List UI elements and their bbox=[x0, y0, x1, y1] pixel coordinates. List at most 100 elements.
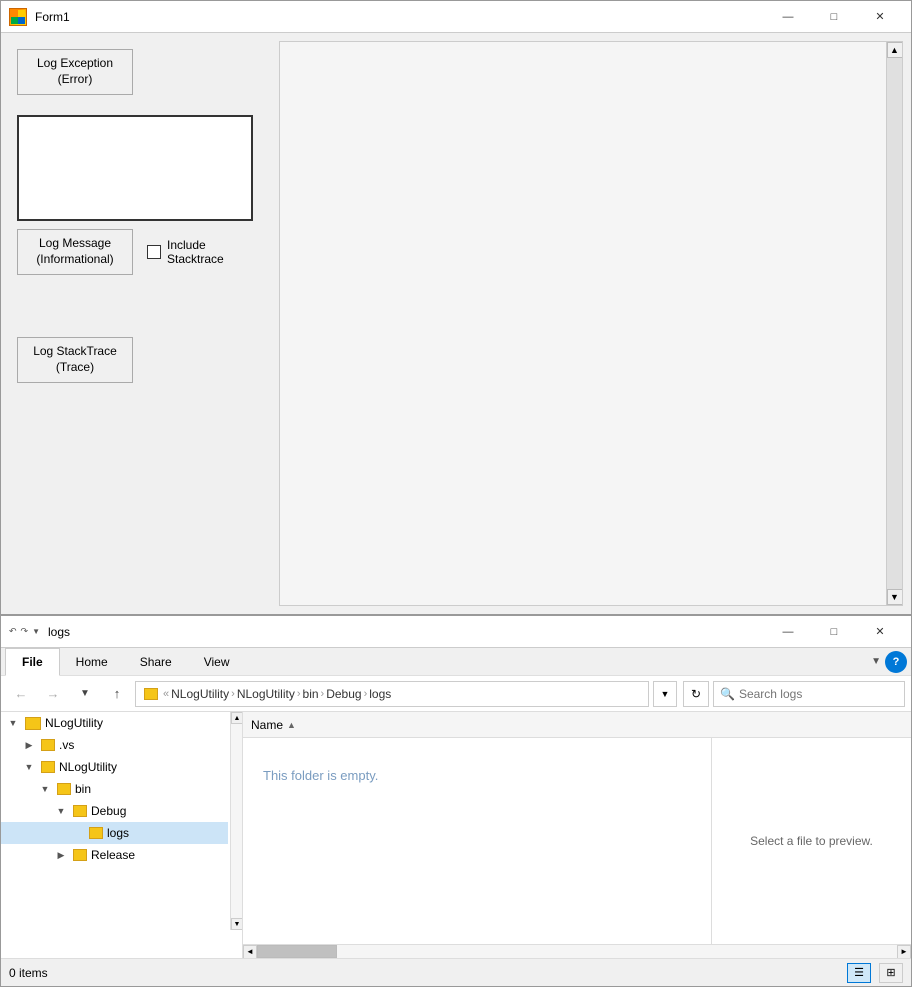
folder-icon-debug bbox=[73, 805, 87, 817]
search-icon: 🔍 bbox=[720, 687, 735, 701]
ribbon-tabs: File Home Share View ▼ ? bbox=[1, 648, 911, 676]
form1-titlebar: Form1 — □ ✕ bbox=[1, 1, 911, 33]
folder-icon-bin bbox=[57, 783, 71, 795]
label-vs: .vs bbox=[59, 738, 74, 752]
redo-icon[interactable]: ↷ bbox=[21, 626, 29, 637]
forward-button[interactable]: → bbox=[39, 680, 67, 708]
path-dropdown-button[interactable]: ▼ bbox=[653, 681, 677, 707]
sidebar-scroll-down[interactable]: ▼ bbox=[231, 918, 243, 930]
form1-left-panel: Log Exception (Error) Log Message (Infor… bbox=[1, 33, 271, 614]
back-button[interactable]: ← bbox=[7, 680, 35, 708]
details-view-button[interactable]: ☰ bbox=[847, 963, 871, 983]
tab-home[interactable]: Home bbox=[60, 648, 124, 676]
form1-title: Form1 bbox=[35, 10, 765, 24]
explorer-titlebar: ↶ ↷ ▼ logs — □ ✕ bbox=[1, 616, 911, 648]
column-header: Name ▲ bbox=[243, 712, 911, 738]
search-input[interactable] bbox=[739, 687, 898, 701]
address-path[interactable]: « NLogUtility › NLogUtility › bin › Debu… bbox=[135, 681, 649, 707]
explorer-sidebar: ▼ NLogUtility ▶ .vs ▼ NLogUtility bbox=[1, 712, 243, 958]
form1-right-panel: ▲ ▼ bbox=[271, 33, 911, 614]
tree-item-nlogutility-root[interactable]: ▼ NLogUtility bbox=[1, 712, 228, 734]
sidebar-scroll-up[interactable]: ▲ bbox=[231, 712, 243, 724]
message-textarea[interactable] bbox=[17, 115, 253, 221]
explorer-window-controls: — □ ✕ bbox=[765, 616, 903, 648]
explorer-close-button[interactable]: ✕ bbox=[857, 616, 903, 648]
search-box: 🔍 bbox=[713, 681, 905, 707]
tree-item-logs[interactable]: ▶ logs bbox=[1, 822, 228, 844]
explorer-title-icons: ↶ ↷ ▼ bbox=[9, 626, 40, 637]
log-exception-button[interactable]: Log Exception (Error) bbox=[17, 49, 133, 95]
form1-close-button[interactable]: ✕ bbox=[857, 1, 903, 33]
h-scroll-thumb[interactable] bbox=[257, 945, 337, 958]
sidebar-scrollbar: ▲ ▼ bbox=[230, 712, 242, 930]
tab-share[interactable]: Share bbox=[124, 648, 188, 676]
label-debug: Debug bbox=[91, 804, 126, 818]
label-logs: logs bbox=[107, 826, 129, 840]
path-folder-icon bbox=[144, 688, 158, 700]
empty-folder-message: This folder is empty. bbox=[263, 768, 378, 783]
large-icons-view-button[interactable]: ⊞ bbox=[879, 963, 903, 983]
explorer-window: ↶ ↷ ▼ logs — □ ✕ File Home Share View ▼ … bbox=[0, 615, 912, 987]
items-count: 0 items bbox=[9, 966, 48, 980]
form1-minimize-button[interactable]: — bbox=[765, 1, 811, 33]
ribbon-collapse-icon[interactable]: ▼ bbox=[871, 656, 881, 667]
expand-debug[interactable]: ▼ bbox=[53, 803, 69, 819]
h-scroll-track bbox=[257, 945, 897, 958]
undo-icon[interactable]: ↶ bbox=[9, 626, 17, 637]
form1-app-icon bbox=[9, 8, 27, 26]
message-input-section: Log Message (Informational) IncludeStack… bbox=[17, 115, 255, 275]
recent-locations-button[interactable]: ▼ bbox=[71, 680, 99, 708]
form1-maximize-button[interactable]: □ bbox=[811, 1, 857, 33]
label-nlogutility-sub: NLogUtility bbox=[59, 760, 117, 774]
include-stacktrace-label: IncludeStacktrace bbox=[167, 238, 224, 266]
log-display-area: ▲ ▼ bbox=[279, 41, 903, 606]
select-file-preview-text: Select a file to preview. bbox=[750, 834, 873, 848]
scroll-up-arrow[interactable]: ▲ bbox=[887, 42, 903, 58]
label-release: Release bbox=[91, 848, 135, 862]
expand-release[interactable]: ▶ bbox=[53, 847, 69, 863]
file-scroll-area: This folder is empty. Select a file to p… bbox=[243, 738, 911, 944]
explorer-title: logs bbox=[48, 625, 765, 639]
label-bin: bin bbox=[75, 782, 91, 796]
horizontal-scrollbar: ◄ ► bbox=[243, 944, 911, 958]
log-scrollbar[interactable]: ▲ ▼ bbox=[886, 42, 902, 605]
h-scroll-right[interactable]: ► bbox=[897, 945, 911, 959]
h-scroll-left[interactable]: ◄ bbox=[243, 945, 257, 959]
explorer-statusbar: 0 items ☰ ⊞ bbox=[1, 958, 911, 986]
explorer-maximize-button[interactable]: □ bbox=[811, 616, 857, 648]
explorer-minimize-button[interactable]: — bbox=[765, 616, 811, 648]
tree-item-nlogutility-sub[interactable]: ▼ NLogUtility bbox=[1, 756, 228, 778]
expand-nlogutility-root[interactable]: ▼ bbox=[5, 715, 21, 731]
log-stacktrace-button[interactable]: Log StackTrace (Trace) bbox=[17, 337, 133, 383]
sort-indicator: ▲ bbox=[287, 720, 296, 730]
sidebar-scroll-track bbox=[231, 724, 242, 918]
expand-nlogutility-sub[interactable]: ▼ bbox=[21, 759, 37, 775]
preview-panel: Select a file to preview. bbox=[711, 738, 911, 944]
tree-item-release[interactable]: ▶ Release bbox=[1, 844, 228, 866]
folder-icon-vs bbox=[41, 739, 55, 751]
tab-view[interactable]: View bbox=[188, 648, 246, 676]
path-segment-3: bin bbox=[303, 687, 319, 701]
path-segment-1: NLogUtility bbox=[171, 687, 229, 701]
folder-icon-release bbox=[73, 849, 87, 861]
expand-vs[interactable]: ▶ bbox=[21, 737, 37, 753]
log-message-button[interactable]: Log Message (Informational) bbox=[17, 229, 133, 275]
tree-item-vs[interactable]: ▶ .vs bbox=[1, 734, 228, 756]
up-button[interactable]: ↑ bbox=[103, 680, 131, 708]
refresh-button[interactable]: ↻ bbox=[683, 681, 709, 707]
tree-item-debug[interactable]: ▼ Debug bbox=[1, 800, 228, 822]
include-stacktrace-checkbox[interactable] bbox=[147, 245, 161, 259]
expand-bin[interactable]: ▼ bbox=[37, 781, 53, 797]
tab-file[interactable]: File bbox=[5, 648, 60, 676]
tree-item-bin[interactable]: ▼ bin bbox=[1, 778, 228, 800]
folder-icon-nlogutility-root bbox=[25, 717, 41, 730]
include-stacktrace-row: Log Message (Informational) IncludeStack… bbox=[17, 229, 255, 275]
path-segment-4: Debug bbox=[326, 687, 361, 701]
dropdown-quick-access-icon[interactable]: ▼ bbox=[32, 627, 40, 636]
file-listing-area: This folder is empty. bbox=[243, 738, 711, 944]
folder-icon-logs bbox=[89, 827, 103, 839]
help-button[interactable]: ? bbox=[885, 651, 907, 673]
form1-window-controls: — □ ✕ bbox=[765, 1, 903, 33]
scroll-thumb[interactable] bbox=[887, 58, 902, 589]
scroll-down-arrow[interactable]: ▼ bbox=[887, 589, 903, 605]
